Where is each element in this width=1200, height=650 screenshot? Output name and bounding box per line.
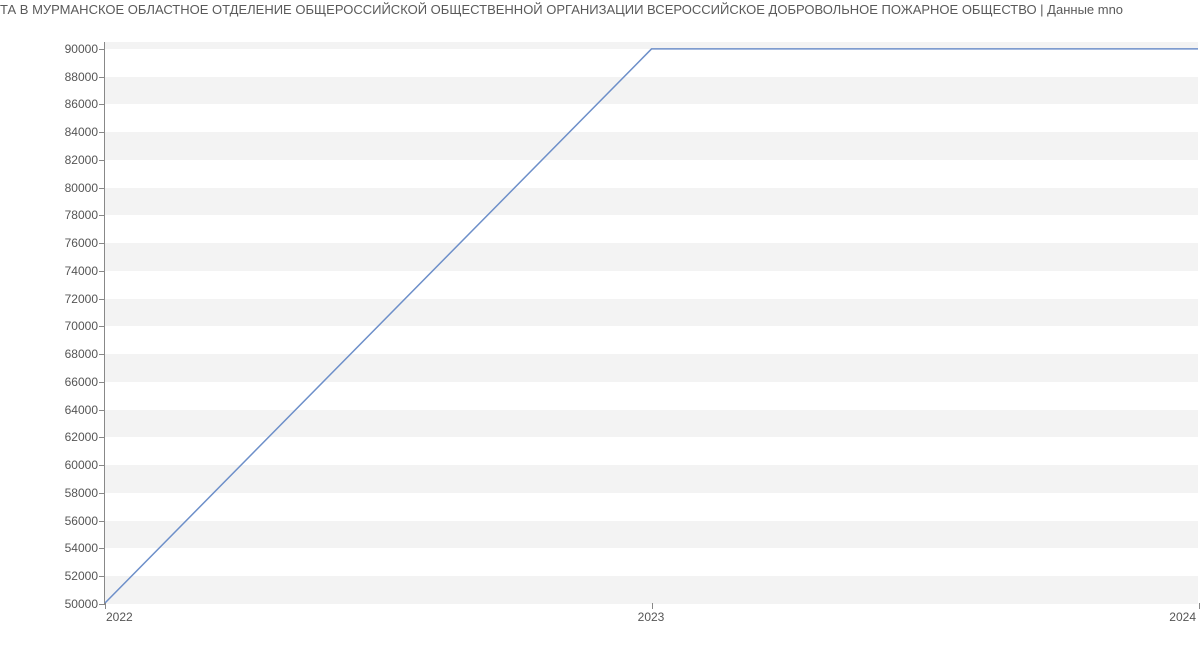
y-tick <box>99 160 105 161</box>
y-tick-label: 68000 <box>65 347 98 361</box>
y-tick <box>99 465 105 466</box>
y-tick <box>99 215 105 216</box>
plot-area <box>104 42 1198 604</box>
x-tick <box>105 603 106 609</box>
y-tick <box>99 104 105 105</box>
y-tick-label: 60000 <box>65 458 98 472</box>
x-tick <box>652 603 653 609</box>
y-tick-label: 52000 <box>65 569 98 583</box>
x-tick-label: 2023 <box>638 610 665 624</box>
y-tick <box>99 132 105 133</box>
y-tick <box>99 576 105 577</box>
y-tick-label: 64000 <box>65 403 98 417</box>
y-tick-label: 86000 <box>65 97 98 111</box>
y-tick <box>99 410 105 411</box>
y-tick <box>99 271 105 272</box>
y-tick-label: 50000 <box>65 597 98 611</box>
y-tick-label: 56000 <box>65 514 98 528</box>
y-tick-label: 70000 <box>65 319 98 333</box>
y-tick <box>99 188 105 189</box>
y-tick-label: 82000 <box>65 153 98 167</box>
y-tick-label: 72000 <box>65 292 98 306</box>
y-tick <box>99 493 105 494</box>
y-tick <box>99 354 105 355</box>
y-tick-label: 58000 <box>65 486 98 500</box>
line-path <box>105 49 1198 603</box>
y-tick-label: 66000 <box>65 375 98 389</box>
x-tick-label: 2024 <box>1169 610 1196 624</box>
y-tick-label: 84000 <box>65 125 98 139</box>
y-tick-label: 62000 <box>65 430 98 444</box>
chart-title: ТА В МУРМАНСКОЕ ОБЛАСТНОЕ ОТДЕЛЕНИЕ ОБЩЕ… <box>0 2 1200 17</box>
y-tick-label: 54000 <box>65 541 98 555</box>
y-tick <box>99 548 105 549</box>
y-tick-label: 76000 <box>65 236 98 250</box>
y-tick <box>99 243 105 244</box>
y-tick <box>99 437 105 438</box>
y-tick-label: 88000 <box>65 70 98 84</box>
y-tick-label: 78000 <box>65 208 98 222</box>
y-tick <box>99 49 105 50</box>
chart-page: ТА В МУРМАНСКОЕ ОБЛАСТНОЕ ОТДЕЛЕНИЕ ОБЩЕ… <box>0 0 1200 650</box>
y-tick <box>99 77 105 78</box>
y-tick <box>99 521 105 522</box>
y-tick-label: 80000 <box>65 181 98 195</box>
line-series <box>105 42 1198 603</box>
y-tick-label: 74000 <box>65 264 98 278</box>
y-tick <box>99 382 105 383</box>
y-tick <box>99 326 105 327</box>
y-tick <box>99 299 105 300</box>
y-tick-label: 90000 <box>65 42 98 56</box>
x-tick-label: 2022 <box>106 610 133 624</box>
